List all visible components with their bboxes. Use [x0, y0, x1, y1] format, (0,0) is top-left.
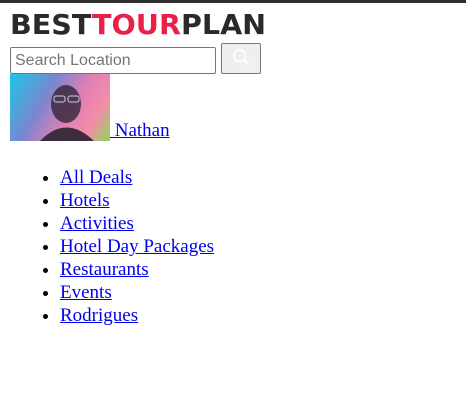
- menu-item: Restaurants: [60, 258, 214, 281]
- menu-link-hotel-day-packages[interactable]: Hotel Day Packages: [60, 236, 214, 257]
- menu-item: Activities: [60, 212, 214, 235]
- menu-link-restaurants[interactable]: Restaurants: [60, 259, 149, 280]
- logo-word-plan: PLAN: [180, 8, 267, 41]
- menu-item: Hotel Day Packages: [60, 235, 214, 258]
- menu-item: Events: [60, 281, 214, 304]
- logo-word-tour: TOUR: [91, 8, 181, 41]
- menu-link-events[interactable]: Events: [60, 282, 112, 303]
- menu-link-rodrigues[interactable]: Rodrigues: [60, 305, 138, 326]
- user-name: Nathan: [114, 120, 170, 141]
- logo-word-best: BEST: [10, 8, 92, 41]
- menu-link-hotels[interactable]: Hotels: [60, 190, 110, 211]
- menu-item: Hotels: [60, 189, 214, 212]
- avatar: [10, 74, 110, 141]
- menu-item: All Deals: [60, 166, 214, 189]
- menu-link-activities[interactable]: Activities: [60, 213, 134, 234]
- search-icon: [232, 48, 250, 69]
- main-menu: All Deals Hotels Activities Hotel Day Pa…: [0, 166, 214, 327]
- site-logo[interactable]: BESTTOURPLAN: [10, 9, 266, 41]
- user-profile-link[interactable]: Nathan: [10, 74, 170, 141]
- search-button[interactable]: [221, 43, 261, 74]
- menu-link-all-deals[interactable]: All Deals: [60, 167, 132, 188]
- menu-item: Rodrigues: [60, 304, 214, 327]
- search-input[interactable]: [10, 47, 216, 74]
